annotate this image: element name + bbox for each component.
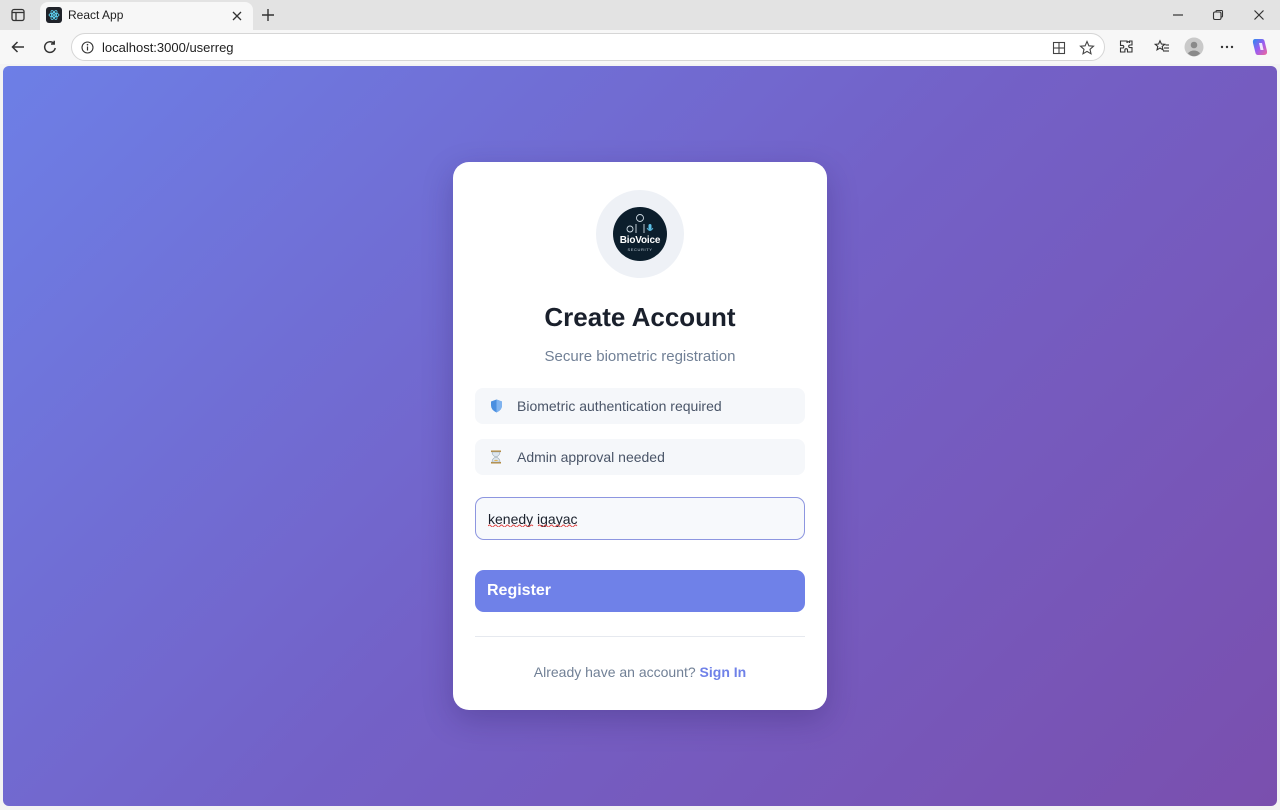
- more-menu-icon[interactable]: [1217, 37, 1237, 57]
- info-item-label: Biometric authentication required: [517, 398, 722, 414]
- new-tab-icon[interactable]: [258, 5, 278, 25]
- signin-prompt-text: Already have an account?: [533, 664, 696, 680]
- profile-avatar-icon[interactable]: [1184, 37, 1204, 57]
- browser-toolbar: localhost:3000/userreg: [0, 30, 1280, 64]
- app-grid-icon[interactable]: [1050, 39, 1068, 57]
- spellcheck-underline-icon: [488, 524, 578, 527]
- register-button[interactable]: Register: [475, 570, 805, 612]
- address-bar[interactable]: localhost:3000/userreg: [71, 33, 1105, 61]
- page-title: Create Account: [544, 302, 736, 332]
- refresh-icon[interactable]: [40, 37, 60, 57]
- tab-strip: React App: [0, 0, 1280, 30]
- browser-tab[interactable]: React App: [40, 2, 253, 30]
- extensions-icon[interactable]: [1116, 37, 1136, 57]
- tab-title: React App: [68, 8, 124, 22]
- biovoice-logo: BioVoice SECURITY: [613, 207, 667, 261]
- logo-subtext: SECURITY: [627, 247, 653, 252]
- info-item-approval: Admin approval needed: [475, 439, 805, 475]
- register-card: BioVoice SECURITY Create Account Secure …: [453, 162, 827, 710]
- info-item-biometric: Biometric authentication required: [475, 388, 805, 424]
- page-background: BioVoice SECURITY Create Account Secure …: [3, 66, 1277, 806]
- username-input[interactable]: [475, 497, 805, 540]
- close-window-icon[interactable]: [1247, 5, 1271, 25]
- page-subtitle: Secure biometric registration: [544, 348, 736, 365]
- divider: [475, 636, 805, 637]
- favorites-list-icon[interactable]: [1152, 37, 1172, 57]
- info-item-label: Admin approval needed: [517, 449, 665, 465]
- favorite-star-icon[interactable]: [1078, 39, 1096, 57]
- logo-emblem-icon: [626, 214, 654, 233]
- hourglass-icon: [489, 450, 503, 464]
- back-icon[interactable]: [8, 37, 28, 57]
- logo-text: BioVoice: [619, 235, 661, 246]
- info-icon[interactable]: [80, 40, 94, 54]
- shield-icon: [489, 399, 503, 413]
- restore-icon[interactable]: [1206, 5, 1230, 25]
- signin-link[interactable]: Sign In: [700, 664, 747, 680]
- react-icon: [46, 7, 62, 23]
- logo-container: BioVoice SECURITY: [596, 190, 684, 278]
- signin-prompt: Already have an account? Sign In: [453, 664, 827, 680]
- sidebar-toggle-icon[interactable]: [8, 5, 28, 25]
- minimize-icon[interactable]: [1166, 5, 1190, 25]
- close-tab-icon[interactable]: [229, 8, 245, 24]
- url-text: localhost:3000/userreg: [102, 40, 234, 55]
- copilot-icon[interactable]: [1250, 37, 1270, 57]
